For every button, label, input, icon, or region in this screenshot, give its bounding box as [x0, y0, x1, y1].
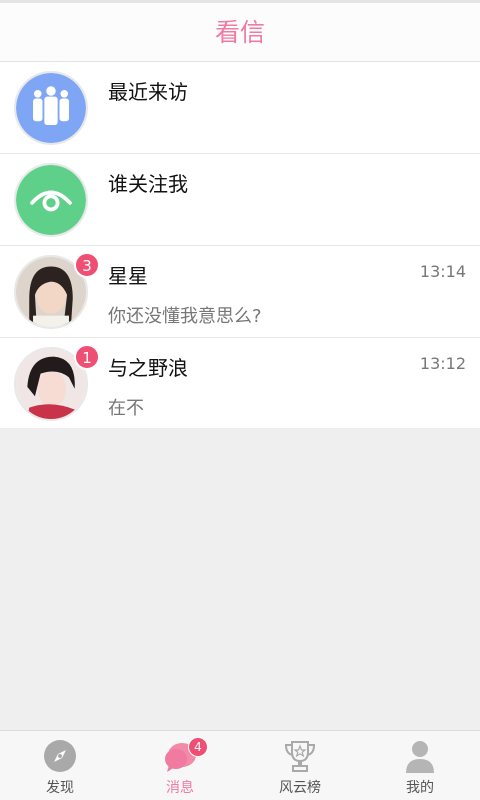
trophy-icon — [283, 739, 317, 773]
row-title: 谁关注我 — [108, 172, 188, 196]
list-item-conversation[interactable]: 3 星星 13:14 你还没懂我意思么? — [0, 246, 480, 338]
contact-name: 星星 — [108, 264, 148, 288]
tab-badge: 4 — [188, 737, 208, 757]
visitors-icon — [14, 71, 88, 145]
tab-messages[interactable]: 4 消息 — [120, 731, 240, 800]
bottom-tab-bar: 发现 4 消息 风云榜 我的 — [0, 730, 480, 800]
unread-badge: 3 — [74, 252, 100, 278]
tab-me[interactable]: 我的 — [360, 731, 480, 800]
tab-discover[interactable]: 发现 — [0, 731, 120, 800]
contact-name: 与之野浪 — [108, 356, 188, 380]
tab-rankings[interactable]: 风云榜 — [240, 731, 360, 800]
tab-label: 我的 — [406, 780, 434, 796]
eye-icon — [14, 163, 88, 237]
list-item-recent-visitors[interactable]: 最近来访 — [0, 62, 480, 154]
unread-badge: 1 — [74, 344, 100, 370]
message-time: 13:12 — [419, 354, 466, 373]
person-icon — [403, 739, 437, 773]
tab-label: 发现 — [46, 780, 74, 796]
row-title: 最近来访 — [108, 80, 188, 104]
message-time: 13:14 — [419, 262, 466, 281]
tab-label: 消息 — [166, 780, 194, 796]
top-bar: 看信 — [0, 0, 480, 62]
tab-label: 风云榜 — [279, 780, 321, 796]
list-item-who-follows-me[interactable]: 谁关注我 — [0, 154, 480, 246]
message-list: 最近来访 谁关注我 3 星星 13:14 你还没懂我意思么? 1 与之野浪 13… — [0, 62, 480, 428]
message-preview: 在不 — [108, 398, 144, 419]
page-title: 看信 — [214, 18, 265, 47]
list-item-conversation[interactable]: 1 与之野浪 13:12 在不 — [0, 338, 480, 428]
message-preview: 你还没懂我意思么? — [108, 306, 262, 327]
compass-icon — [43, 739, 77, 773]
